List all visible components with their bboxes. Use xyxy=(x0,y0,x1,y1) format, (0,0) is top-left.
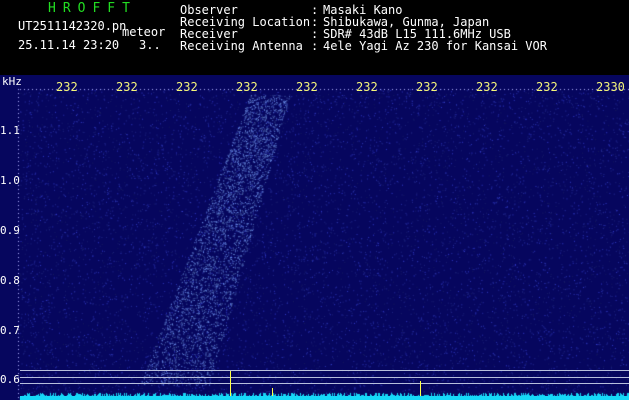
meteor-marker xyxy=(272,388,273,396)
waterfall-plot: kHz 1.1 1.0 0.9 0.8 0.7 0.6 232 232 232 … xyxy=(0,75,629,400)
time-tick-label: 232 xyxy=(56,80,78,94)
header-panel: HROFFT UT2511142320.pn meteor 25.11.14 2… xyxy=(0,0,629,75)
time-tick-label: 232 xyxy=(176,80,198,94)
info-row-antenna: Receiving Antenna : 4ele Yagi Az 230 for… xyxy=(180,40,547,52)
reference-line xyxy=(20,370,629,371)
reference-line xyxy=(20,377,629,378)
time-tick-label: 232 xyxy=(296,80,318,94)
y-tick-label: 0.6 xyxy=(0,373,20,386)
station-info: Observer : Masaki Kano Receiving Locatio… xyxy=(180,4,547,52)
datetime: 25.11.14 23:20 xyxy=(18,38,120,52)
frequency-unit-label: kHz xyxy=(2,75,22,88)
time-tick-label: 232 xyxy=(536,80,558,94)
reference-line xyxy=(20,383,629,384)
y-tick-label: 0.8 xyxy=(0,274,20,287)
y-tick-label: 1.0 xyxy=(0,174,20,187)
signal-strength-band xyxy=(20,396,629,400)
info-colon: : xyxy=(311,39,319,53)
time-tick-label: 2330 xyxy=(596,80,625,94)
y-tick-label: 0.9 xyxy=(0,224,20,237)
y-tick-label: 1.1 xyxy=(0,124,20,137)
info-label: Receiving Antenna xyxy=(180,39,303,53)
time-tick-label: 232 xyxy=(356,80,378,94)
app-name: HROFFT xyxy=(48,1,137,16)
meteor-marker xyxy=(420,381,421,396)
time-tick-label: 232 xyxy=(476,80,498,94)
time-tick-label: 232 xyxy=(116,80,138,94)
time-tick-label: 232 xyxy=(416,80,438,94)
info-value: 4ele Yagi Az 230 for Kansai VOR xyxy=(323,39,547,53)
meteor-tag: meteor xyxy=(122,25,166,39)
y-tick-label: 0.7 xyxy=(0,324,20,337)
file-name: UT2511142320.pn xyxy=(18,19,127,33)
waterfall-canvas xyxy=(0,75,629,400)
meteor-count: 3.. xyxy=(139,38,161,52)
meteor-marker xyxy=(230,371,231,396)
time-tick-label: 232 xyxy=(236,80,258,94)
